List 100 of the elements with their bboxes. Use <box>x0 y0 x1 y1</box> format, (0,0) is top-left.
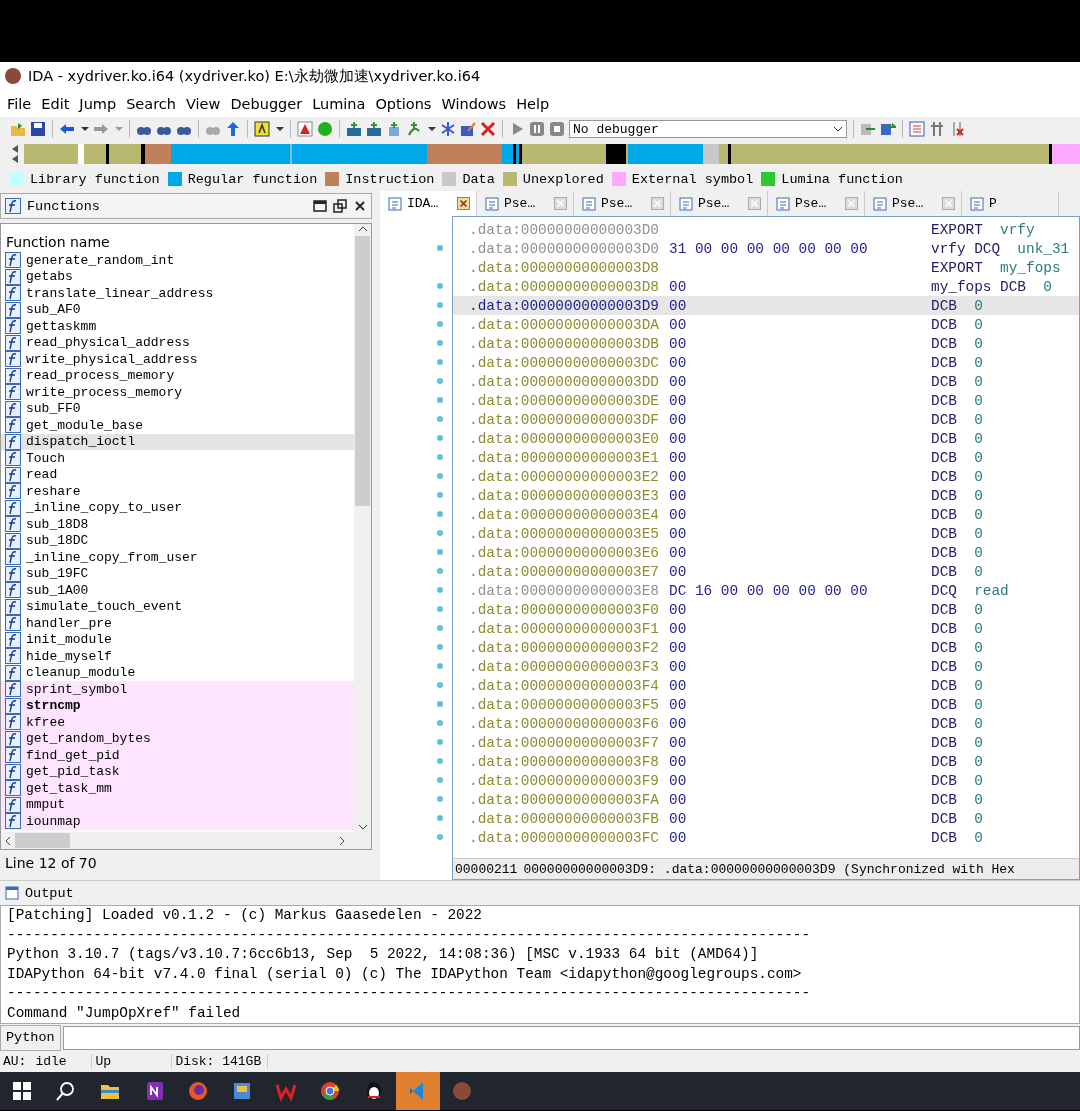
stop-icon[interactable] <box>549 121 565 137</box>
listing-line[interactable]: .data:00000000000003DE 00 DCB 0 <box>453 391 1079 410</box>
menu-item[interactable]: Lumina <box>307 93 371 114</box>
function-row[interactable]: read_process_memory <box>1 367 354 384</box>
scroll-thumb[interactable] <box>355 236 370 506</box>
listing-line[interactable]: .data:00000000000003E0 00 DCB 0 <box>453 429 1079 448</box>
listing-line[interactable]: .data:00000000000003F3 00 DCB 0 <box>453 657 1079 676</box>
switch-icon[interactable] <box>880 121 896 137</box>
listing-line[interactable]: .data:00000000000003D8 EXPORT my_fops <box>453 258 1079 277</box>
up-arrow-icon[interactable] <box>225 121 241 137</box>
listing-line[interactable]: .data:00000000000003DC 00 DCB 0 <box>453 353 1079 372</box>
function-row[interactable]: hide_myself <box>1 648 354 665</box>
trace-icon[interactable] <box>860 121 876 137</box>
back-arrow-icon[interactable] <box>59 121 75 137</box>
listing-line[interactable]: .data:00000000000003F7 00 DCB 0 <box>453 733 1079 752</box>
listing-line[interactable]: .data:00000000000003E5 00 DCB 0 <box>453 524 1079 543</box>
function-row[interactable]: write_physical_address <box>1 351 354 368</box>
listing-line[interactable]: .data:00000000000003F4 00 DCB 0 <box>453 676 1079 695</box>
debugger-select[interactable]: No debugger <box>569 120 847 138</box>
edit-icon[interactable] <box>460 121 476 137</box>
save-icon[interactable] <box>30 121 46 137</box>
pause-icon[interactable] <box>529 121 545 137</box>
tab[interactable]: IDA… <box>380 191 477 216</box>
navigation-band-drawing[interactable] <box>24 144 1080 164</box>
function-row[interactable]: _inline_copy_to_user <box>1 499 354 516</box>
listing-line[interactable]: .data:00000000000003DD 00 DCB 0 <box>453 372 1079 391</box>
listing-line[interactable]: .data:00000000000003E8 DC 16 00 00 00 00 00 00 DCQ read <box>453 581 1079 600</box>
function-row[interactable]: kfree <box>1 714 354 731</box>
add-data-icon[interactable] <box>366 121 382 137</box>
function-row[interactable]: translate_linear_address <box>1 285 354 302</box>
add-text-icon[interactable] <box>386 121 402 137</box>
listing-line[interactable]: .data:00000000000003E4 00 DCB 0 <box>453 505 1079 524</box>
restore-icon[interactable] <box>333 199 347 213</box>
menu-item[interactable]: Jump <box>74 93 122 114</box>
function-row[interactable]: get_task_mm <box>1 780 354 797</box>
listing-line[interactable]: .data:00000000000003D0 EXPORT vrfy <box>453 220 1079 239</box>
listing-line[interactable]: .data:00000000000003FA 00 DCB 0 <box>453 790 1079 809</box>
function-row[interactable]: sub_19FC <box>1 565 354 582</box>
status-indicator-icon[interactable] <box>317 121 333 137</box>
function-row[interactable]: sub_FF0 <box>1 400 354 417</box>
function-row[interactable]: reshare <box>1 483 354 500</box>
add-code-icon[interactable] <box>346 121 362 137</box>
listing-line[interactable]: .data:00000000000003D0 31 00 00 00 00 00 00 00 vrfy DCQ unk_31 <box>453 239 1079 258</box>
column-header[interactable]: Function name <box>1 224 354 252</box>
listing-line[interactable]: .data:00000000000003D8 00 my_fops DCB 0 <box>453 277 1079 296</box>
listing-line[interactable]: .data:00000000000003F9 00 DCB 0 <box>453 771 1079 790</box>
function-row[interactable]: handler_pre <box>1 615 354 632</box>
function-row[interactable]: iounmap <box>1 813 354 830</box>
menu-item[interactable]: Search <box>121 93 181 114</box>
language-button[interactable]: Python <box>0 1024 61 1051</box>
menu-item[interactable]: Help <box>511 93 555 114</box>
listing-line[interactable]: .data:00000000000003FC 00 DCB 0 <box>453 828 1079 847</box>
listing-line[interactable]: .data:00000000000003DF 00 DCB 0 <box>453 410 1079 429</box>
function-row[interactable]: sub_1A00 <box>1 582 354 599</box>
delete-icon[interactable] <box>480 121 496 137</box>
menu-item[interactable]: Debugger <box>225 93 308 114</box>
function-row[interactable]: sprint_symbol <box>1 681 354 698</box>
function-row[interactable]: simulate_touch_event <box>1 598 354 615</box>
function-row[interactable]: get_module_base <box>1 417 354 434</box>
scroll-arrows-icon[interactable] <box>10 144 20 164</box>
asterisk-icon[interactable] <box>440 121 456 137</box>
breakpoint-icon[interactable] <box>929 121 945 137</box>
function-row[interactable]: getabs <box>1 268 354 285</box>
function-row[interactable]: Touch <box>1 450 354 467</box>
function-row[interactable]: init_module <box>1 631 354 648</box>
list-icon[interactable] <box>909 121 925 137</box>
close-icon[interactable] <box>353 199 367 213</box>
listing-line[interactable]: .data:00000000000003F2 00 DCB 0 <box>453 638 1079 657</box>
listing-line[interactable]: .data:00000000000003DB 00 DCB 0 <box>453 334 1079 353</box>
add-struct-icon[interactable] <box>406 121 422 137</box>
warning-icon[interactable] <box>297 121 313 137</box>
listing-line[interactable]: .data:00000000000003E3 00 DCB 0 <box>453 486 1079 505</box>
function-row[interactable]: sub_18D8 <box>1 516 354 533</box>
highlight-icon[interactable] <box>254 121 270 137</box>
function-row[interactable]: read <box>1 466 354 483</box>
function-row[interactable]: dispatch_ioctl <box>1 433 354 450</box>
listing-line[interactable]: .data:00000000000003F6 00 DCB 0 <box>453 714 1079 733</box>
listing-line[interactable]: .data:00000000000003F5 00 DCB 0 <box>453 695 1079 714</box>
listing-line[interactable]: .data:00000000000003E7 00 DCB 0 <box>453 562 1079 581</box>
listing-line[interactable]: .data:00000000000003F1 00 DCB 0 <box>453 619 1079 638</box>
menu-item[interactable]: View <box>181 93 226 114</box>
function-row[interactable]: find_get_pid <box>1 747 354 764</box>
scroll-thumb[interactable] <box>15 833 70 848</box>
function-row[interactable]: sub_AF0 <box>1 301 354 318</box>
function-row[interactable]: _inline_copy_from_user <box>1 549 354 566</box>
menu-item[interactable]: File <box>2 93 37 114</box>
function-row[interactable]: cleanup_module <box>1 664 354 681</box>
maximize-icon[interactable] <box>313 199 327 213</box>
listing-line[interactable]: .data:00000000000003E6 00 DCB 0 <box>453 543 1079 562</box>
listing-line[interactable]: .data:00000000000003E2 00 DCB 0 <box>453 467 1079 486</box>
listing-line[interactable]: .data:00000000000003DA 00 DCB 0 <box>453 315 1079 334</box>
listing-line[interactable]: .data:00000000000003E1 00 DCB 0 <box>453 448 1079 467</box>
listing-line[interactable]: .data:00000000000003F8 00 DCB 0 <box>453 752 1079 771</box>
open-folder-icon[interactable] <box>10 121 26 137</box>
vertical-scrollbar[interactable] <box>354 224 371 832</box>
function-row[interactable]: generate_random_int <box>1 252 354 269</box>
menu-item[interactable]: Edit <box>36 93 75 114</box>
function-row[interactable]: gettaskmm <box>1 318 354 335</box>
command-input[interactable] <box>62 1025 1080 1050</box>
function-row[interactable]: read_physical_address <box>1 334 354 351</box>
